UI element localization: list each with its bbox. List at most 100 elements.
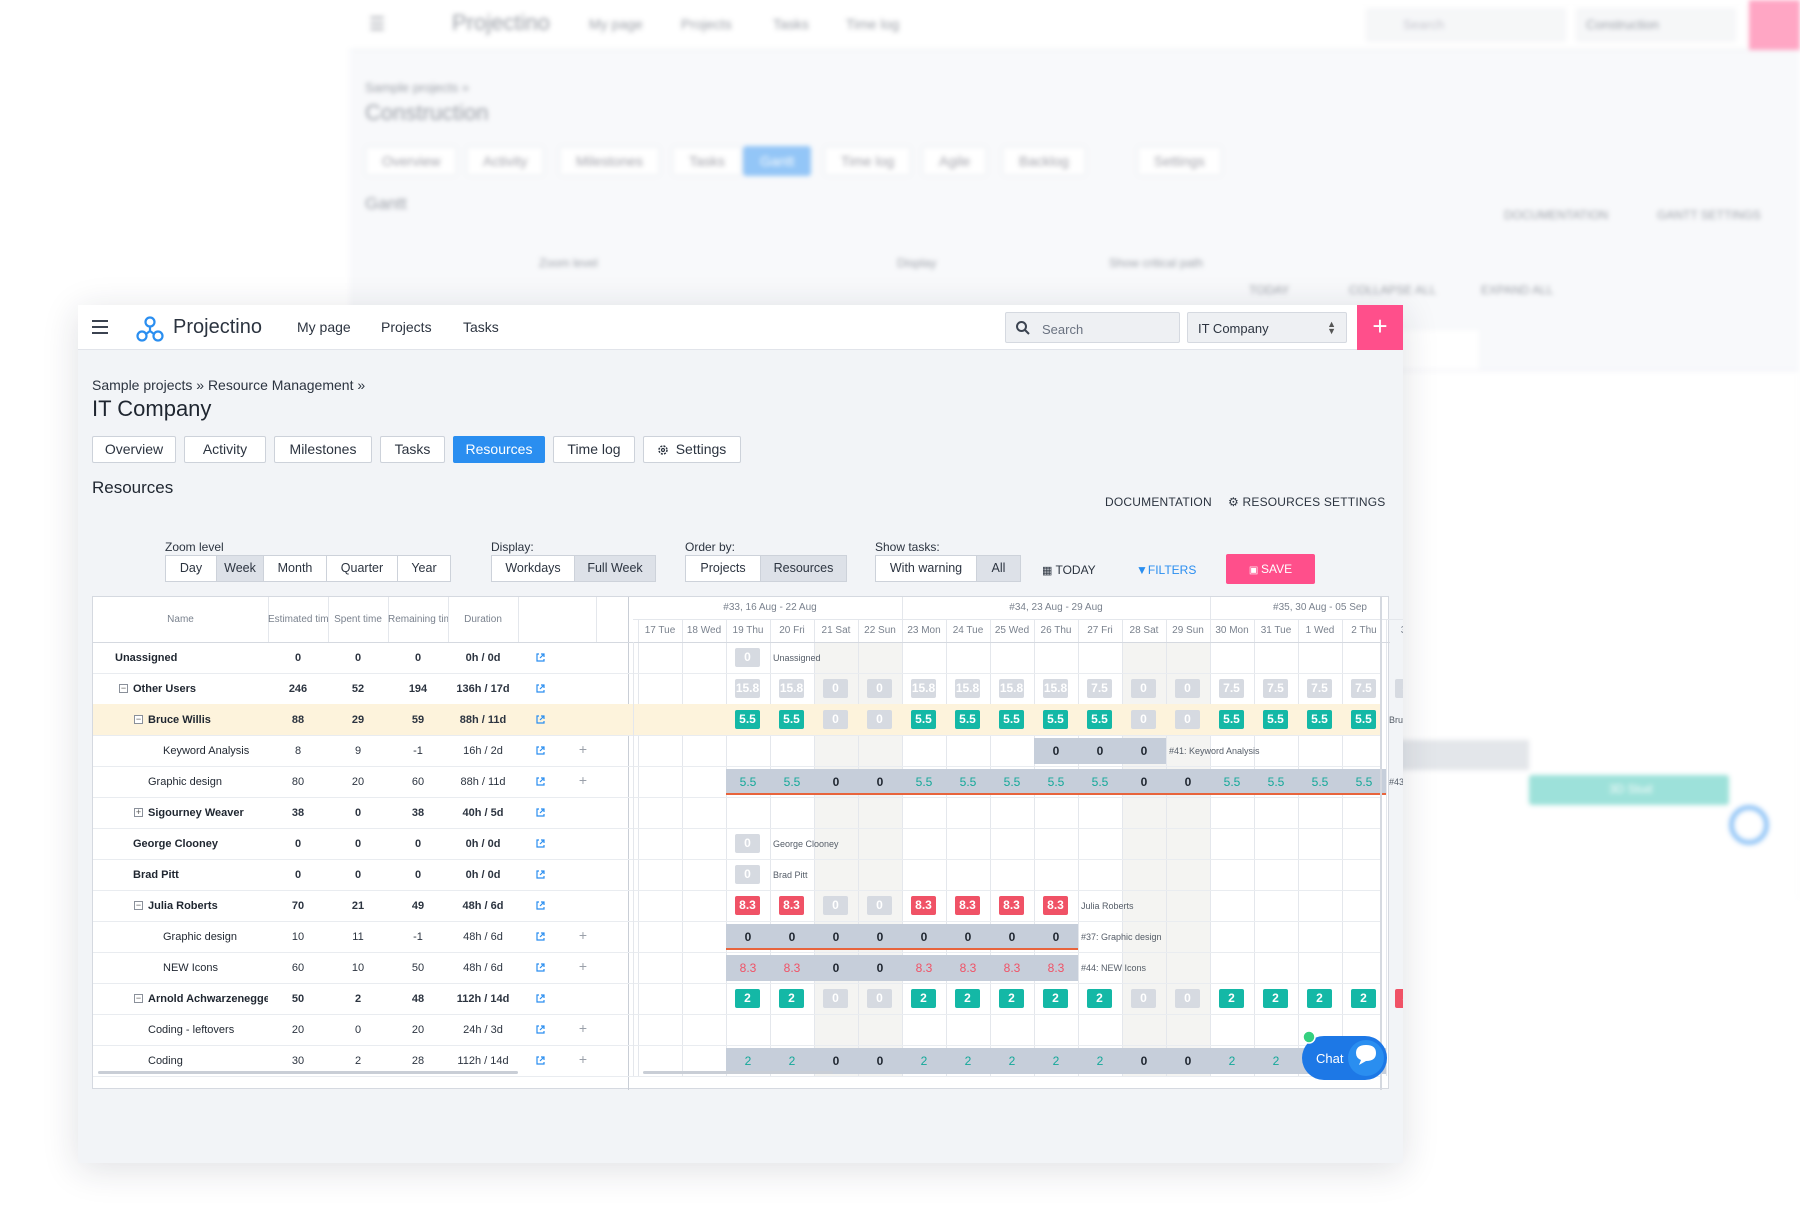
allocation-chip[interactable]: 15.8 xyxy=(779,679,804,698)
allocation-chip[interactable]: 5.5 xyxy=(735,710,760,729)
collapse-toggle-icon[interactable]: − xyxy=(134,715,143,724)
tab-milestones[interactable]: Milestones xyxy=(274,436,372,463)
hamburger-menu-icon[interactable] xyxy=(92,320,108,334)
allocation-chip[interactable]: 15.8 xyxy=(1043,679,1068,698)
add-task-icon[interactable]: + xyxy=(577,1052,589,1066)
zoom-week[interactable]: Week xyxy=(216,555,264,582)
allocation-chip[interactable]: 2 xyxy=(1307,989,1332,1008)
allocation-chip[interactable]: 8. xyxy=(1395,989,1403,1008)
allocation-chip[interactable]: 5.5 xyxy=(1263,710,1288,729)
allocation-chip[interactable]: 8.3 xyxy=(911,896,936,915)
external-link-icon[interactable] xyxy=(535,869,546,880)
allocation-chip[interactable]: 8.3 xyxy=(779,896,804,915)
allocation-chip[interactable]: 15.8 xyxy=(911,679,936,698)
external-link-icon[interactable] xyxy=(535,900,546,911)
allocation-chip[interactable]: 5.5 xyxy=(955,710,980,729)
allocation-chip[interactable]: 0 xyxy=(867,710,892,729)
allocation-chip[interactable]: 2 xyxy=(955,989,980,1008)
external-link-icon[interactable] xyxy=(535,962,546,973)
allocation-chip[interactable]: 0 xyxy=(1131,679,1156,698)
allocation-chip[interactable]: 8.3 xyxy=(735,896,760,915)
external-link-icon[interactable] xyxy=(535,776,546,787)
save-button[interactable]: ▣ SAVE xyxy=(1226,554,1315,584)
allocation-chip[interactable]: 2 xyxy=(779,989,804,1008)
external-link-icon[interactable] xyxy=(535,931,546,942)
external-link-icon[interactable] xyxy=(535,683,546,694)
allocation-chip[interactable]: 5.5 xyxy=(1087,710,1112,729)
allocation-chip[interactable]: 7.5 xyxy=(1351,679,1376,698)
allocation-chip[interactable]: 2 xyxy=(735,989,760,1008)
chart-scrollbar[interactable] xyxy=(643,1071,833,1074)
order-resources[interactable]: Resources xyxy=(760,555,847,582)
allocation-chip[interactable]: 5.5 xyxy=(911,710,936,729)
column-header[interactable]: Remaining time xyxy=(388,614,448,625)
collapse-toggle-icon[interactable]: − xyxy=(134,901,143,910)
add-task-icon[interactable]: + xyxy=(577,928,589,942)
external-link-icon[interactable] xyxy=(535,1055,546,1066)
zoom-day[interactable]: Day xyxy=(165,555,217,582)
tab-activity[interactable]: Activity xyxy=(184,436,266,463)
zoom-month[interactable]: Month xyxy=(263,555,327,582)
resources-settings-link[interactable]: ⚙ RESOURCES SETTINGS xyxy=(1228,495,1385,509)
allocation-chip[interactable]: 0 xyxy=(1175,989,1200,1008)
filters-button[interactable]: ▼FILTERS xyxy=(1136,563,1196,577)
allocation-chip[interactable]: 8.3 xyxy=(999,896,1024,915)
expand-toggle-icon[interactable]: + xyxy=(134,808,143,817)
collapse-toggle-icon[interactable]: − xyxy=(119,684,128,693)
external-link-icon[interactable] xyxy=(535,1024,546,1035)
allocation-chip[interactable]: 2 xyxy=(1043,989,1068,1008)
resource-name[interactable]: Coding - leftovers xyxy=(148,1024,268,1036)
allocation-chip[interactable]: 5.5 xyxy=(999,710,1024,729)
show-all[interactable]: All xyxy=(976,555,1021,582)
allocation-chip[interactable]: 0 xyxy=(735,865,760,884)
allocation-chip[interactable]: 2 xyxy=(999,989,1024,1008)
tab-resources[interactable]: Resources xyxy=(453,436,545,463)
resource-name[interactable]: Graphic design xyxy=(163,931,268,943)
tab-settings[interactable]: Settings xyxy=(643,436,741,463)
nav-tasks[interactable]: Tasks xyxy=(463,319,499,335)
allocation-chip[interactable]: 8. xyxy=(1395,679,1403,698)
allocation-chip[interactable]: 7.5 xyxy=(1263,679,1288,698)
chat-button[interactable]: Chat xyxy=(1300,1030,1389,1083)
column-header[interactable]: Estimated time xyxy=(268,614,328,625)
tab-overview[interactable]: Overview xyxy=(92,436,176,463)
search-input[interactable]: Search xyxy=(1005,312,1180,343)
display-workdays[interactable]: Workdays xyxy=(491,555,575,582)
add-button[interactable]: + xyxy=(1357,305,1403,350)
allocation-chip[interactable]: 2 xyxy=(911,989,936,1008)
allocation-chip[interactable]: 0 xyxy=(823,896,848,915)
pane-splitter[interactable] xyxy=(628,597,629,1090)
zoom-quarter[interactable]: Quarter xyxy=(326,555,398,582)
brand-name[interactable]: Projectino xyxy=(173,316,262,339)
allocation-chip[interactable]: 0 xyxy=(1175,710,1200,729)
documentation-link[interactable]: DOCUMENTATION xyxy=(1105,495,1212,509)
external-link-icon[interactable] xyxy=(535,714,546,725)
breadcrumb[interactable]: Sample projects » Resource Management » xyxy=(92,377,365,393)
allocation-chip[interactable]: 15.8 xyxy=(999,679,1024,698)
column-header[interactable]: Spent time xyxy=(328,614,388,625)
allocation-chip[interactable]: 0 xyxy=(823,989,848,1008)
order-projects[interactable]: Projects xyxy=(685,555,761,582)
allocation-chip[interactable]: 0 xyxy=(735,834,760,853)
today-button[interactable]: ▦ TODAY xyxy=(1042,563,1096,577)
external-link-icon[interactable] xyxy=(535,652,546,663)
external-link-icon[interactable] xyxy=(535,807,546,818)
allocation-chip[interactable]: 5.5 xyxy=(1307,710,1332,729)
allocation-chip[interactable]: 0 xyxy=(867,989,892,1008)
nav-projects[interactable]: Projects xyxy=(381,319,432,335)
show-with-warning[interactable]: With warning xyxy=(875,555,977,582)
allocation-chip[interactable]: 2 xyxy=(1263,989,1288,1008)
tab-tasks[interactable]: Tasks xyxy=(380,436,445,463)
left-scrollbar[interactable] xyxy=(98,1071,518,1074)
allocation-chip[interactable]: 7.5 xyxy=(1219,679,1244,698)
allocation-chip[interactable]: 0 xyxy=(735,648,760,667)
add-task-icon[interactable]: + xyxy=(577,959,589,973)
allocation-chip[interactable]: 2 xyxy=(1219,989,1244,1008)
allocation-chip[interactable]: 5.5 xyxy=(1351,710,1376,729)
allocation-chip[interactable]: 2 xyxy=(1087,989,1112,1008)
add-task-icon[interactable]: + xyxy=(577,773,589,787)
nav-my-page[interactable]: My page xyxy=(297,319,351,335)
external-link-icon[interactable] xyxy=(535,838,546,849)
allocation-chip[interactable]: 15.8 xyxy=(955,679,980,698)
allocation-chip[interactable]: 7.5 xyxy=(1087,679,1112,698)
